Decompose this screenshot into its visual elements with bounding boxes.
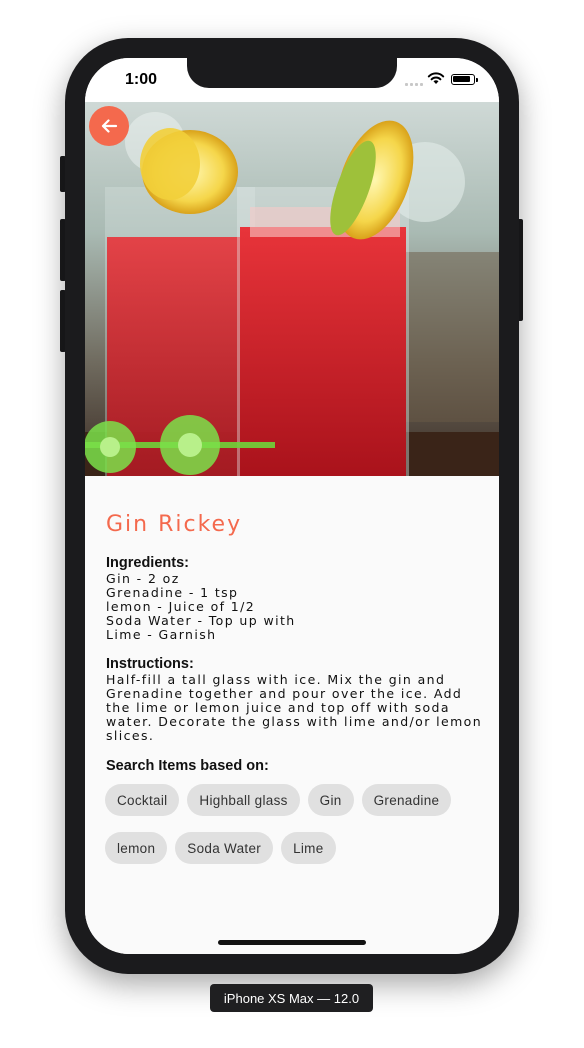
- search-tag-chip[interactable]: Lime: [281, 832, 336, 864]
- search-tag-chip[interactable]: Gin: [307, 784, 354, 816]
- drink-details-card: Gin Rickey Ingredients: Gin - 2 oz Grena…: [85, 476, 499, 954]
- status-time: 1:00: [125, 71, 158, 88]
- search-tag-chip[interactable]: Soda Water: [175, 832, 274, 864]
- ingredient-item: Lime - Garnish: [106, 627, 217, 642]
- search-tags-row-2: lemon Soda Water Lime: [105, 832, 336, 864]
- search-tag-chip[interactable]: Highball glass: [187, 784, 300, 816]
- search-tag-chip[interactable]: Grenadine: [361, 784, 452, 816]
- ingredient-item: Soda Water - Top up with: [106, 613, 296, 628]
- cellular-signal-icon: [405, 83, 423, 86]
- back-button[interactable]: [89, 106, 129, 146]
- ingredients-list: Gin - 2 oz Grenadine - 1 tsp lemon - Jui…: [106, 572, 296, 642]
- drink-title: Gin Rickey: [106, 512, 243, 537]
- app-screen: 1:00 Gin Rickey Ingredients: Gin - 2 oz …: [85, 58, 499, 954]
- ingredient-item: lemon - Juice of 1/2: [106, 599, 256, 614]
- search-tag-chip[interactable]: lemon: [105, 832, 168, 864]
- notch: [187, 58, 397, 88]
- home-indicator[interactable]: [218, 940, 366, 945]
- battery-icon: [451, 74, 478, 85]
- search-tag-chip[interactable]: Cocktail: [105, 784, 180, 816]
- ingredient-item: Grenadine - 1 tsp: [106, 585, 239, 600]
- device-label: iPhone XS Max — 12.0: [210, 984, 373, 1012]
- instructions-heading: Instructions:: [106, 656, 194, 672]
- arrow-left-icon: [101, 119, 118, 133]
- instructions-text: Half-fill a tall glass with ice. Mix the…: [106, 672, 483, 743]
- ingredients-heading: Ingredients:: [106, 555, 189, 571]
- ingredient-item: Gin - 2 oz: [106, 571, 180, 586]
- search-heading: Search Items based on:: [106, 758, 269, 774]
- search-tags-row-1: Cocktail Highball glass Gin Grenadine: [105, 784, 452, 816]
- wifi-icon: [427, 72, 445, 84]
- drink-photo: [85, 102, 499, 476]
